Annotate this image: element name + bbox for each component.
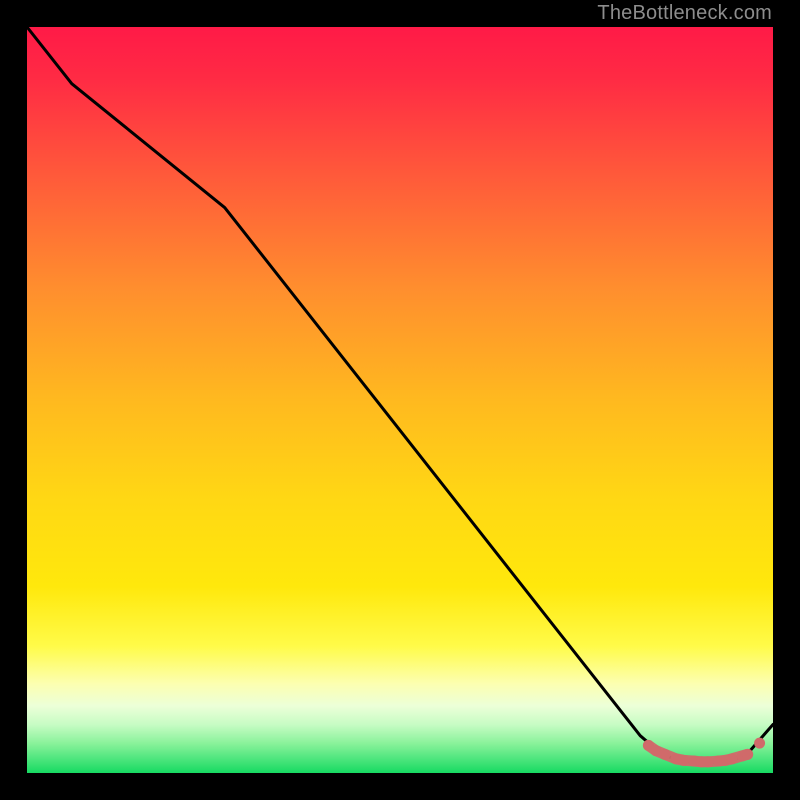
- highlight-dot: [703, 756, 714, 767]
- highlight-dot: [678, 755, 689, 766]
- chart-svg: [27, 27, 773, 773]
- highlight-dot: [742, 749, 753, 760]
- bottleneck-curve: [27, 27, 773, 763]
- highlight-dot: [754, 738, 765, 749]
- chart-stage: TheBottleneck.com: [0, 0, 800, 800]
- highlight-dot: [726, 753, 737, 764]
- watermark-text: TheBottleneck.com: [597, 2, 772, 25]
- plot-area: [27, 27, 773, 773]
- highlight-dot: [659, 749, 670, 760]
